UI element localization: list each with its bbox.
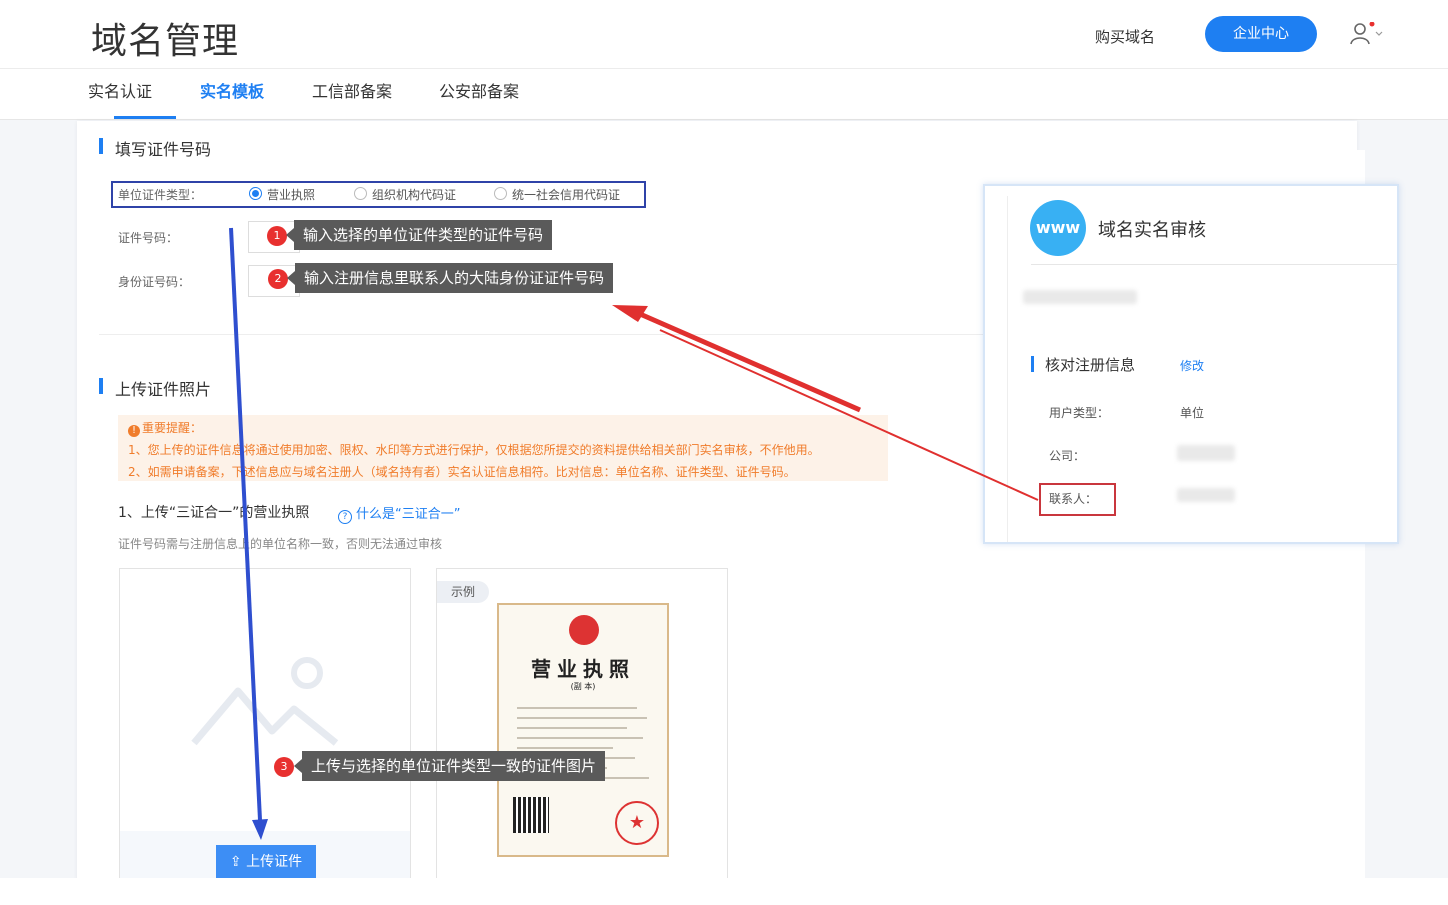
official-seal-icon: ★ [615, 801, 659, 845]
company-label: 公司： [1049, 449, 1086, 463]
app-title: 域名管理 [91, 21, 240, 62]
sample-tag: 示例 [437, 581, 489, 603]
license-title: 营业执照 [531, 657, 635, 681]
step-badge-2: 2 [268, 269, 288, 289]
qr-code-icon [513, 797, 549, 833]
license-line [517, 717, 647, 719]
tooltip-id-no: 输入注册信息里联系人的大陆身份证证件号码 [286, 263, 614, 293]
edit-link[interactable]: 修改 [1180, 357, 1204, 374]
tab-bar: 实名认证 实名模板 工信部备案 公安部备案 [0, 69, 1448, 120]
license-line [517, 747, 613, 749]
user-type-value: 单位 [1180, 406, 1205, 420]
tab-police-filing[interactable]: 公安部备案 [439, 78, 519, 102]
section-divider [99, 334, 985, 335]
help-icon: ? [338, 510, 352, 524]
notice-title: ! 重要提醒： [128, 419, 202, 437]
upload-note: 证件号码需与注册信息上的单位名称一致，否则无法通过审核 [118, 537, 443, 551]
step-badge-3: 3 [274, 757, 294, 777]
notice-line-2: 2、如需申请备案，下述信息应与域名注册人（域名持有者）实名认证信息相符。比对信息… [128, 465, 796, 479]
important-notice: ! 重要提醒： 1、您上传的证件信息将通过使用加密、限权、水印等方式进行保护，仅根… [118, 415, 888, 481]
tooltip-upload: 上传与选择的单位证件类型一致的证件图片 [293, 751, 606, 781]
enterprise-center-button[interactable]: 企业中心 [1205, 16, 1317, 52]
national-emblem-icon [569, 615, 599, 645]
upload-section-title: 上传证件照片 [99, 376, 211, 400]
license-line [517, 707, 637, 709]
license-line [517, 737, 643, 739]
user-menu[interactable] [1350, 21, 1390, 48]
tab-real-name-verify[interactable]: 实名认证 [88, 78, 152, 102]
blurred-contact [1177, 488, 1235, 502]
blurred-company [1177, 445, 1235, 461]
upload-card[interactable]: ⇪ 上传证件 [119, 568, 411, 880]
notice-line-1: 1、您上传的证件信息将通过使用加密、限权、水印等方式进行保护，仅根据您所提交的资… [128, 443, 820, 457]
what-is-three-in-one-link[interactable]: ? 什么是“三证合一” [338, 503, 460, 524]
tab-real-name-template[interactable]: 实名模板 [200, 78, 264, 102]
user-type-label: 用户类型： [1049, 406, 1110, 420]
image-placeholder-icon [191, 657, 339, 746]
user-icon [1350, 21, 1383, 45]
upload-icon: ⇪ [229, 854, 247, 870]
radio-business-license[interactable]: 营业执照 [249, 186, 315, 203]
license-line [517, 727, 627, 729]
verify-info-title: 核对注册信息 [1031, 354, 1135, 375]
tab-miit-filing[interactable]: 工信部备案 [312, 78, 392, 102]
fill-cert-section-title: 填写证件号码 [99, 136, 211, 160]
radio-org-code[interactable]: 组织机构代码证 [354, 186, 456, 203]
buy-domain-link[interactable]: 购买域名 [1095, 26, 1155, 47]
license-subtitle: (副 本) [570, 682, 596, 691]
sample-card: 示例 营业执照 (副 本) ★ [436, 568, 728, 880]
bottom-blank [0, 878, 1448, 905]
contact-highlight [1039, 483, 1116, 516]
blurred-domain [1023, 290, 1137, 304]
popup-title: 域名实名审核 [1098, 220, 1206, 241]
www-badge: www [1030, 200, 1086, 256]
tooltip-cert-no: 输入选择的单位证件类型的证件号码 [285, 220, 553, 250]
id-no-label: 身份证号码： [118, 275, 191, 289]
sample-license-image: 营业执照 (副 本) ★ [497, 603, 669, 857]
active-tab-indicator [114, 116, 176, 119]
top-bar: 域名管理 购买域名 企业中心 [0, 0, 1448, 69]
info-icon: ! [128, 425, 140, 437]
step-badge-1: 1 [267, 226, 287, 246]
cert-type-label: 单位证件类型： [118, 188, 203, 202]
upload-cert-button[interactable]: ⇪ 上传证件 [216, 845, 316, 879]
upload-step-title: 1、上传“三证合一”的营业执照 [118, 505, 310, 521]
cert-no-label: 证件号码： [118, 231, 179, 245]
radio-credit-code[interactable]: 统一社会信用代码证 [494, 186, 620, 203]
popup-divider [1031, 264, 1397, 265]
